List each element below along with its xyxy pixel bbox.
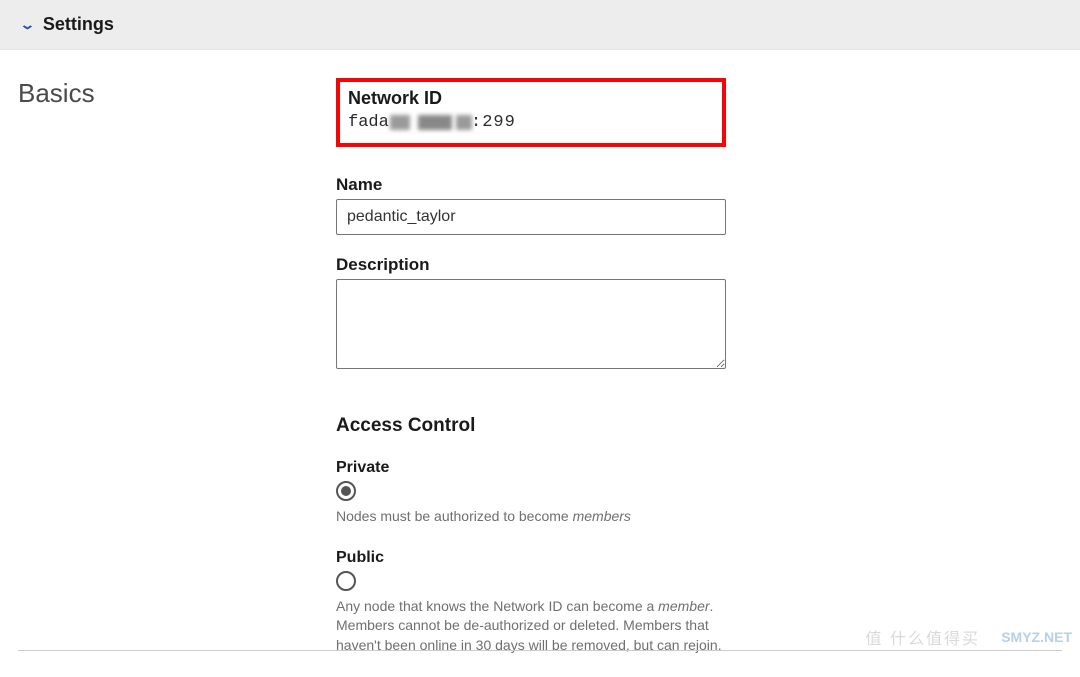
redaction-block bbox=[418, 115, 452, 130]
private-option: Private Nodes must be authorized to beco… bbox=[336, 459, 726, 527]
settings-header[interactable]: ⌄ Settings bbox=[0, 0, 1080, 50]
public-radio[interactable] bbox=[336, 571, 356, 591]
network-id-label: Network ID bbox=[348, 88, 714, 109]
name-label: Name bbox=[336, 175, 1036, 195]
section-basics-label: Basics bbox=[18, 78, 336, 109]
name-input[interactable] bbox=[336, 199, 726, 235]
private-helper: Nodes must be authorized to become membe… bbox=[336, 507, 726, 527]
private-helper-em: members bbox=[573, 508, 631, 524]
redaction-block bbox=[390, 115, 410, 130]
watermark-site: SMYZ.NET bbox=[1001, 629, 1072, 645]
watermark-text: 值 什么值得买 bbox=[866, 625, 980, 649]
redaction-block bbox=[456, 115, 472, 130]
public-helper-prefix: Any node that knows the Network ID can b… bbox=[336, 598, 658, 614]
content-area: Basics Network ID fada :299 Name Descrip… bbox=[0, 50, 1080, 677]
public-helper: Any node that knows the Network ID can b… bbox=[336, 597, 726, 656]
footer-divider bbox=[18, 650, 1062, 651]
name-field-group: Name bbox=[336, 175, 1036, 235]
public-option: Public Any node that knows the Network I… bbox=[336, 549, 726, 656]
network-id-prefix: fada bbox=[348, 113, 389, 132]
public-helper-em: member bbox=[658, 598, 709, 614]
private-helper-text: Nodes must be authorized to become bbox=[336, 508, 573, 524]
network-id-suffix: :299 bbox=[471, 113, 516, 132]
right-column: Network ID fada :299 Name Description Ac… bbox=[336, 78, 1036, 677]
description-label: Description bbox=[336, 255, 1036, 275]
description-textarea[interactable] bbox=[336, 279, 726, 369]
access-control-heading: Access Control bbox=[336, 415, 1036, 437]
header-title: Settings bbox=[43, 14, 114, 35]
network-id-highlight: Network ID fada :299 bbox=[336, 78, 726, 147]
private-radio[interactable] bbox=[336, 481, 356, 501]
description-field-group: Description bbox=[336, 255, 1036, 373]
chevron-down-icon: ⌄ bbox=[19, 17, 35, 33]
left-column: Basics bbox=[0, 78, 336, 677]
network-id-value: fada :299 bbox=[348, 113, 714, 133]
private-label: Private bbox=[336, 459, 726, 477]
public-label: Public bbox=[336, 549, 726, 567]
